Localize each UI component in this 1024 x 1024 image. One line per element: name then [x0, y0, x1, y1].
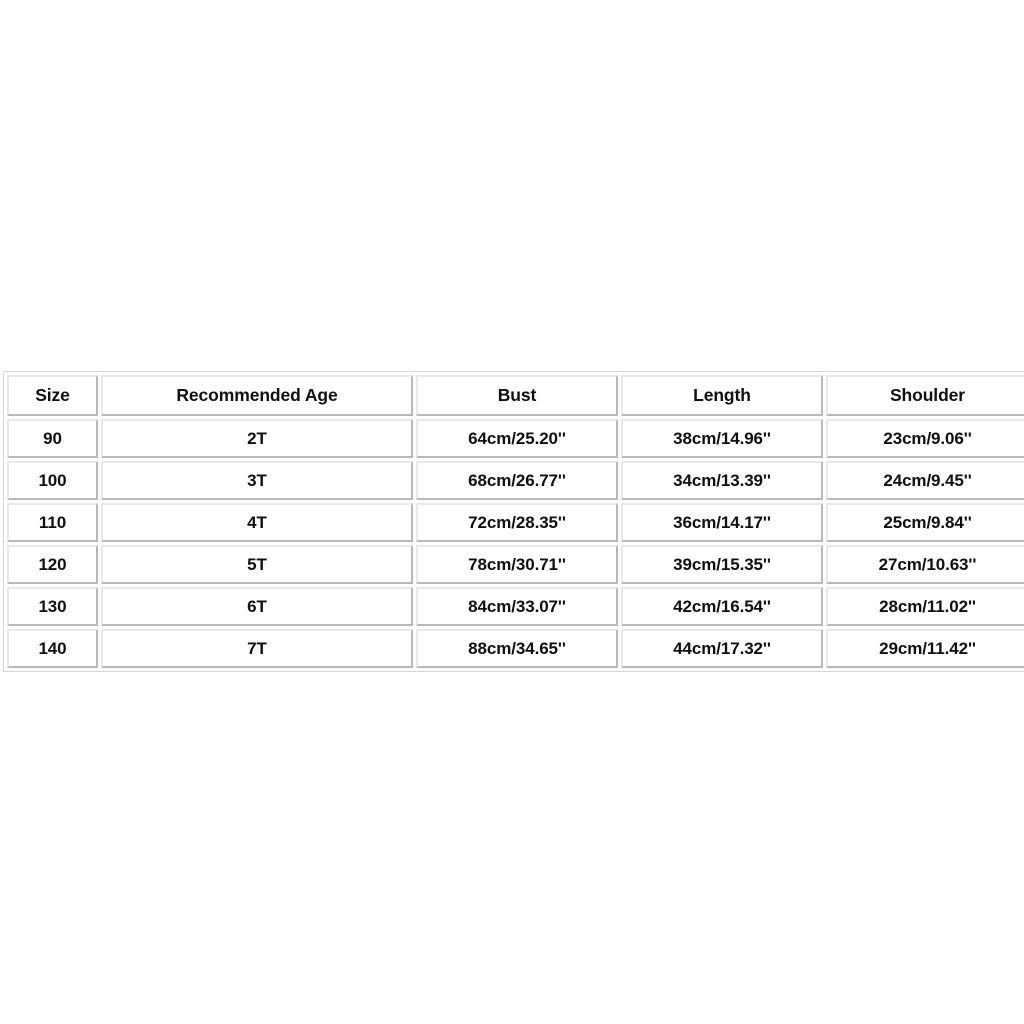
cell-size: 110: [7, 503, 98, 542]
cell-size: 120: [7, 545, 98, 584]
cell-length: 34cm/13.39'': [621, 461, 823, 500]
cell-age: 3T: [101, 461, 413, 500]
cell-shoulder: 28cm/11.02'': [826, 587, 1024, 626]
cell-size: 130: [7, 587, 98, 626]
column-header-shoulder: Shoulder: [826, 375, 1024, 416]
table-row: 130 6T 84cm/33.07'' 42cm/16.54'' 28cm/11…: [7, 587, 1024, 626]
table-row: 100 3T 68cm/26.77'' 34cm/13.39'' 24cm/9.…: [7, 461, 1024, 500]
cell-shoulder: 25cm/9.84'': [826, 503, 1024, 542]
cell-age: 7T: [101, 629, 413, 668]
table-row: 140 7T 88cm/34.65'' 44cm/17.32'' 29cm/11…: [7, 629, 1024, 668]
table-row: 120 5T 78cm/30.71'' 39cm/15.35'' 27cm/10…: [7, 545, 1024, 584]
table-row: 90 2T 64cm/25.20'' 38cm/14.96'' 23cm/9.0…: [7, 419, 1024, 458]
table-row: 110 4T 72cm/28.35'' 36cm/14.17'' 25cm/9.…: [7, 503, 1024, 542]
cell-size: 140: [7, 629, 98, 668]
cell-age: 6T: [101, 587, 413, 626]
cell-age: 4T: [101, 503, 413, 542]
size-chart-body: 90 2T 64cm/25.20'' 38cm/14.96'' 23cm/9.0…: [7, 419, 1024, 668]
cell-bust: 72cm/28.35'': [416, 503, 618, 542]
column-header-length: Length: [621, 375, 823, 416]
cell-shoulder: 27cm/10.63'': [826, 545, 1024, 584]
cell-length: 36cm/14.17'': [621, 503, 823, 542]
cell-age: 2T: [101, 419, 413, 458]
cell-bust: 78cm/30.71'': [416, 545, 618, 584]
cell-length: 39cm/15.35'': [621, 545, 823, 584]
cell-size: 100: [7, 461, 98, 500]
size-chart-container: Size Recommended Age Bust Length Shoulde…: [3, 371, 1024, 672]
cell-bust: 64cm/25.20'': [416, 419, 618, 458]
size-chart-table: Size Recommended Age Bust Length Shoulde…: [3, 371, 1024, 672]
cell-bust: 68cm/26.77'': [416, 461, 618, 500]
cell-shoulder: 23cm/9.06'': [826, 419, 1024, 458]
table-header-row: Size Recommended Age Bust Length Shoulde…: [7, 375, 1024, 416]
cell-bust: 84cm/33.07'': [416, 587, 618, 626]
cell-length: 38cm/14.96'': [621, 419, 823, 458]
column-header-size: Size: [7, 375, 98, 416]
cell-length: 42cm/16.54'': [621, 587, 823, 626]
cell-shoulder: 29cm/11.42'': [826, 629, 1024, 668]
cell-size: 90: [7, 419, 98, 458]
cell-length: 44cm/17.32'': [621, 629, 823, 668]
size-chart-header: Size Recommended Age Bust Length Shoulde…: [7, 375, 1024, 416]
column-header-bust: Bust: [416, 375, 618, 416]
cell-age: 5T: [101, 545, 413, 584]
cell-shoulder: 24cm/9.45'': [826, 461, 1024, 500]
column-header-age: Recommended Age: [101, 375, 413, 416]
cell-bust: 88cm/34.65'': [416, 629, 618, 668]
